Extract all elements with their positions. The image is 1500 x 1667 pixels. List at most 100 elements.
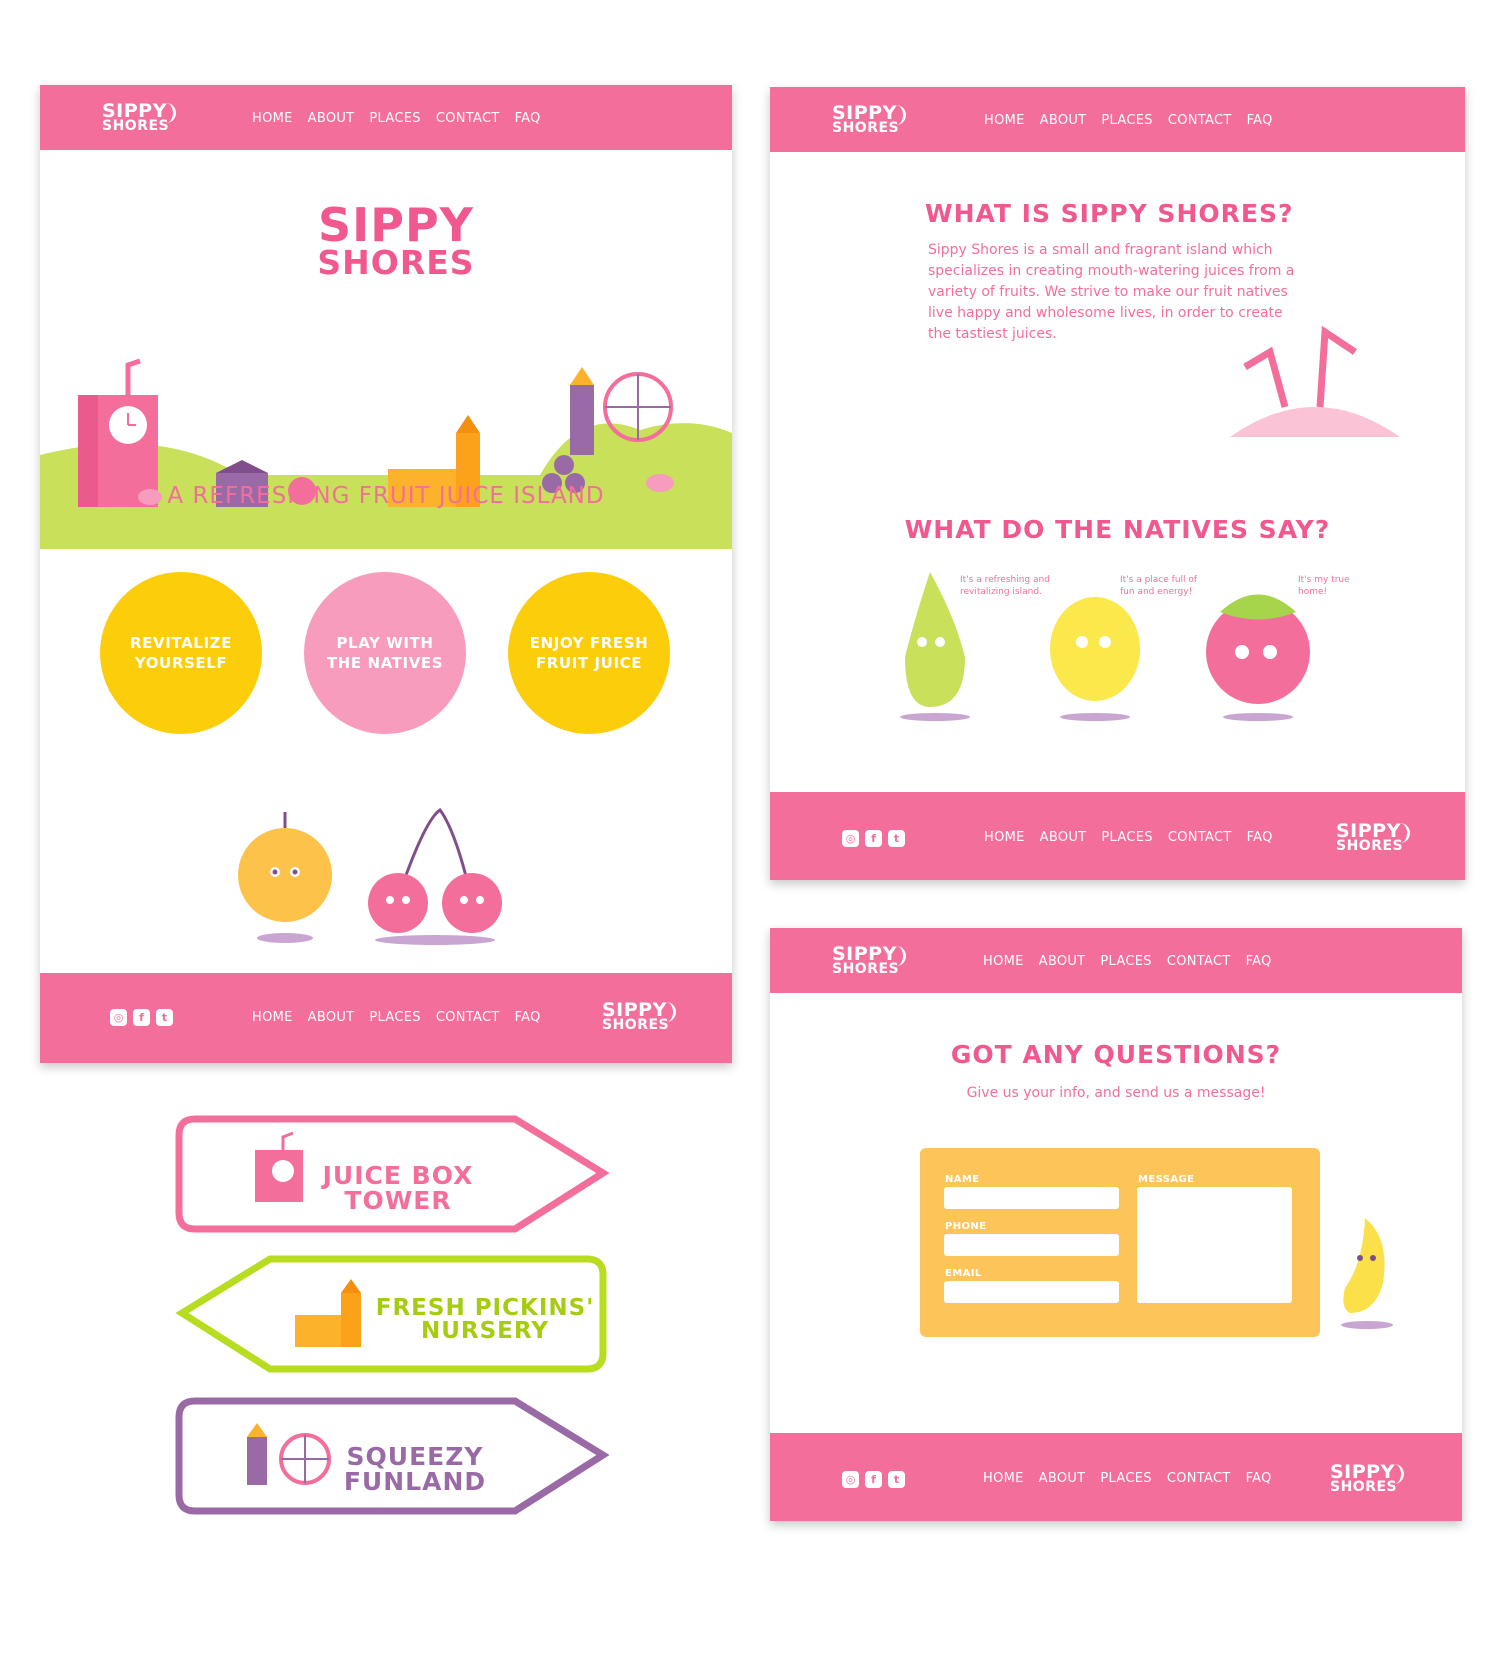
splash-icon: [1398, 823, 1410, 843]
footer-menu: HOME ABOUT PLACES CONTACT FAQ: [252, 1010, 541, 1025]
instagram-icon[interactable]: ◎: [110, 1009, 127, 1026]
nav-contact[interactable]: CONTACT: [436, 111, 500, 126]
about-title: WHAT IS SIPPY SHORES?: [925, 199, 1294, 228]
sign2-line1: FRESH PICKINS': [375, 1295, 595, 1321]
nav-about[interactable]: ABOUT: [308, 111, 355, 126]
footer-menu: HOME ABOUT PLACES CONTACT FAQ: [983, 1471, 1272, 1486]
nav-home[interactable]: HOME: [252, 111, 293, 126]
twitter-icon[interactable]: t: [888, 1471, 905, 1488]
email-field[interactable]: [944, 1281, 1119, 1303]
home-page-mockup: SIPPY SHORES HOME ABOUT PLACES CONTACT F…: [40, 85, 732, 1063]
social-links: ◎ f t: [842, 1471, 905, 1488]
footer-faq[interactable]: FAQ: [1247, 830, 1273, 845]
splash-icon: [894, 946, 906, 966]
brand-logo[interactable]: SIPPY SHORES: [102, 102, 176, 133]
phone-field[interactable]: [944, 1234, 1119, 1256]
nav-about[interactable]: ABOUT: [1040, 113, 1087, 128]
splash-icon: [894, 105, 906, 125]
footer-contact[interactable]: CONTACT: [436, 1010, 500, 1025]
name-field[interactable]: [944, 1187, 1119, 1209]
social-links: ◎ f t: [842, 830, 905, 847]
footer-home[interactable]: HOME: [252, 1010, 293, 1025]
fresh-pickins-nursery-label: FRESH PICKINS' NURSERY: [370, 1297, 600, 1343]
twitter-icon[interactable]: t: [888, 830, 905, 847]
brand-logo[interactable]: SIPPY SHORES: [832, 104, 906, 135]
play-natives-button[interactable]: PLAY WITH THE NATIVES: [304, 572, 466, 734]
fruit-natives: [900, 572, 1310, 721]
home-tagline: A REFRESHING FRUIT JUICE ISLAND: [167, 483, 605, 509]
nav-menu: HOME ABOUT PLACES CONTACT FAQ: [252, 111, 541, 126]
nav-faq[interactable]: FAQ: [515, 111, 541, 126]
sign1-line2: TOWER: [344, 1186, 452, 1215]
instagram-icon[interactable]: ◎: [842, 830, 859, 847]
footer-home[interactable]: HOME: [984, 830, 1025, 845]
name-label: NAME: [945, 1174, 980, 1185]
footer-bar: ◎ f t HOME ABOUT PLACES CONTACT FAQ SIPP…: [770, 1433, 1462, 1521]
footer-logo[interactable]: SIPPY SHORES: [602, 1001, 676, 1032]
brand-logo[interactable]: SIPPY SHORES: [832, 945, 906, 976]
quote-pear: It's a refreshing and revitalizing islan…: [960, 575, 1050, 597]
nav-places[interactable]: PLACES: [1100, 954, 1151, 969]
quote-tomato: It's my true home!: [1298, 575, 1350, 597]
footer-faq[interactable]: FAQ: [1246, 1471, 1272, 1486]
nav-contact[interactable]: CONTACT: [1167, 954, 1231, 969]
nav-home[interactable]: HOME: [984, 113, 1025, 128]
quote-lemon: It's a place full of fun and energy!: [1120, 575, 1198, 597]
banana-mascot: [1341, 1218, 1393, 1329]
squeezy-funland-label: SQUEEZY FUNLAND: [340, 1444, 490, 1494]
footer-places[interactable]: PLACES: [1100, 1471, 1151, 1486]
top-navbar: SIPPY SHORES HOME ABOUT PLACES CONTACT F…: [770, 928, 1462, 993]
top-navbar: SIPPY SHORES HOME ABOUT PLACES CONTACT F…: [40, 85, 732, 150]
contact-subtitle: Give us your info, and send us a message…: [966, 1085, 1266, 1101]
facebook-icon[interactable]: f: [133, 1009, 150, 1026]
nav-menu: HOME ABOUT PLACES CONTACT FAQ: [984, 113, 1273, 128]
nav-menu: HOME ABOUT PLACES CONTACT FAQ: [983, 954, 1272, 969]
sign3-line2: FUNLAND: [343, 1467, 487, 1496]
nav-home[interactable]: HOME: [983, 954, 1024, 969]
revitalize-button[interactable]: REVITALIZE YOURSELF: [100, 572, 262, 734]
splash-icon: [1392, 1464, 1404, 1484]
natives-title: WHAT DO THE NATIVES SAY?: [904, 515, 1331, 544]
straw-island-icon: [1230, 325, 1400, 437]
about-page-mockup: SIPPY SHORES HOME ABOUT PLACES CONTACT F…: [770, 87, 1465, 880]
juice-box-tower-label: JUICE BOX TOWER: [318, 1163, 478, 1213]
footer-about[interactable]: ABOUT: [1040, 830, 1087, 845]
footer-places[interactable]: PLACES: [369, 1010, 420, 1025]
fresh-juice-button[interactable]: ENJOY FRESH FRUIT JUICE: [508, 572, 670, 734]
email-label: EMAIL: [945, 1268, 982, 1279]
facebook-icon[interactable]: f: [865, 1471, 882, 1488]
footer-menu: HOME ABOUT PLACES CONTACT FAQ: [984, 830, 1273, 845]
contact-title: GOT ANY QUESTIONS?: [950, 1040, 1282, 1069]
contact-page-mockup: SIPPY SHORES HOME ABOUT PLACES CONTACT F…: [770, 928, 1462, 1521]
instagram-icon[interactable]: ◎: [842, 1471, 859, 1488]
footer-contact[interactable]: CONTACT: [1167, 1471, 1231, 1486]
nav-faq[interactable]: FAQ: [1247, 113, 1273, 128]
top-navbar: SIPPY SHORES HOME ABOUT PLACES CONTACT F…: [770, 87, 1465, 152]
orange-cherry-mascots: [238, 807, 502, 945]
sign1-line1: JUICE BOX: [322, 1161, 474, 1190]
sign2-line2: NURSERY: [420, 1318, 550, 1344]
message-field[interactable]: [1137, 1187, 1292, 1303]
nav-about[interactable]: ABOUT: [1039, 954, 1086, 969]
nav-faq[interactable]: FAQ: [1246, 954, 1272, 969]
sign3-line1: SQUEEZY: [346, 1442, 484, 1471]
twitter-icon[interactable]: t: [156, 1009, 173, 1026]
footer-logo[interactable]: SIPPY SHORES: [1336, 822, 1410, 853]
contact-form: NAME PHONE EMAIL MESSAGE: [920, 1148, 1320, 1337]
footer-contact[interactable]: CONTACT: [1168, 830, 1232, 845]
footer-home[interactable]: HOME: [983, 1471, 1024, 1486]
hero-logo-line1: SIPPY: [318, 198, 474, 252]
footer-about[interactable]: ABOUT: [308, 1010, 355, 1025]
footer-faq[interactable]: FAQ: [515, 1010, 541, 1025]
footer-bar: ◎ f t HOME ABOUT PLACES CONTACT FAQ SIPP…: [40, 973, 732, 1063]
footer-about[interactable]: ABOUT: [1039, 1471, 1086, 1486]
splash-icon: [664, 1002, 676, 1022]
message-label: MESSAGE: [1138, 1174, 1195, 1185]
footer-places[interactable]: PLACES: [1101, 830, 1152, 845]
nav-places[interactable]: PLACES: [369, 111, 420, 126]
facebook-icon[interactable]: f: [865, 830, 882, 847]
footer-logo[interactable]: SIPPY SHORES: [1330, 1463, 1404, 1494]
splash-icon: [164, 103, 176, 123]
nav-places[interactable]: PLACES: [1101, 113, 1152, 128]
nav-contact[interactable]: CONTACT: [1168, 113, 1232, 128]
